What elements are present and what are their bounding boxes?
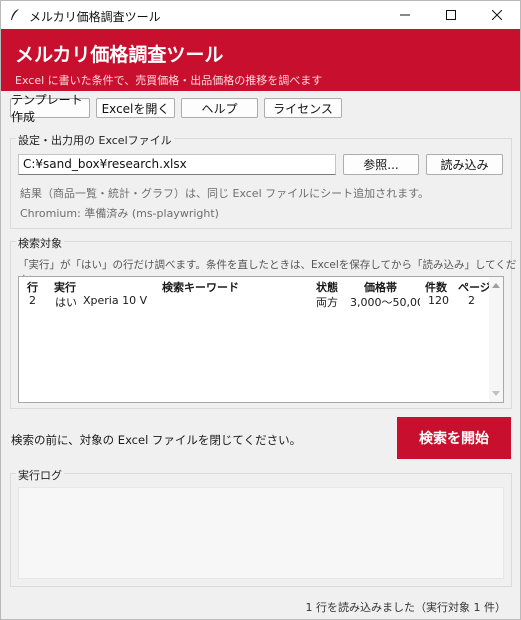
- banner-title: メルカリ価格調査ツール: [15, 44, 224, 66]
- excel-path-input[interactable]: C:¥sand_box¥research.xlsx: [18, 154, 336, 175]
- cell-run: はい: [55, 296, 77, 309]
- cell-row: 2: [29, 294, 36, 307]
- col-header-status[interactable]: 状態: [316, 279, 338, 295]
- cell-price: 3,000〜50,000: [350, 296, 420, 309]
- template-button[interactable]: テンプレート作成: [10, 93, 90, 124]
- close-icon: [492, 10, 502, 20]
- log-textarea[interactable]: [18, 487, 504, 579]
- browse-button[interactable]: 参照...: [343, 154, 419, 175]
- log-group-label: 実行ログ: [16, 467, 64, 483]
- minimize-icon: [400, 14, 410, 16]
- search-group-label: 検索対象: [16, 235, 64, 251]
- cell-keyword: Xperia 10 V: [83, 294, 148, 307]
- help-button[interactable]: ヘルプ: [181, 98, 258, 118]
- header-banner: メルカリ価格調査ツール Excel に書いた条件で、売買価格・出品価格の推移を調…: [1, 29, 520, 91]
- table-scrollbar[interactable]: [489, 277, 503, 402]
- status-text: 1 行を読み込みました（実行対象 1 件）: [305, 601, 507, 614]
- title-bar[interactable]: メルカリ価格調査ツール: [1, 1, 520, 29]
- banner-subtitle: Excel に書いた条件で、売買価格・出品価格の推移を調べます: [15, 74, 323, 87]
- maximize-button[interactable]: [428, 1, 474, 29]
- start-search-button[interactable]: 検索を開始: [397, 417, 511, 459]
- feather-icon: [11, 9, 19, 20]
- col-header-run[interactable]: 実行: [54, 279, 76, 295]
- settings-group-label: 設定・出力用の Excelファイル: [16, 132, 174, 148]
- cell-pages: 2: [468, 294, 475, 307]
- close-button[interactable]: [474, 1, 520, 29]
- cell-count: 120: [428, 294, 449, 307]
- col-header-count[interactable]: 件数: [425, 279, 447, 295]
- app-window: メルカリ価格調査ツール メルカリ価格調査ツール Excel に書いた条件で、売買…: [0, 0, 521, 620]
- col-header-keyword[interactable]: 検索キーワード: [162, 279, 239, 295]
- col-header-price[interactable]: 価格帯: [364, 279, 397, 295]
- col-header-row[interactable]: 行: [27, 279, 38, 295]
- scroll-down-icon[interactable]: [492, 391, 500, 396]
- close-excel-notice: 検索の前に、対象の Excel ファイルを閉じてください。: [11, 433, 302, 447]
- search-table[interactable]: 行 実行 検索キーワード 状態 価格帯 件数 ページ 2 はい Xperia 1…: [18, 276, 504, 403]
- scroll-up-icon[interactable]: [492, 283, 500, 288]
- load-button[interactable]: 読み込み: [426, 154, 503, 175]
- maximize-icon: [446, 10, 456, 20]
- minimize-button[interactable]: [382, 1, 428, 29]
- chromium-status: Chromium: 準備済み (ms-playwright): [20, 207, 219, 220]
- col-header-pages[interactable]: ページ: [458, 279, 491, 295]
- license-button[interactable]: ライセンス: [264, 98, 342, 118]
- output-note: 結果（商品一覧・統計・グラフ）は、同じ Excel ファイルにシート追加されます…: [20, 187, 430, 200]
- window-title: メルカリ価格調査ツール: [29, 10, 161, 24]
- cell-status: 両方: [316, 296, 338, 309]
- open-excel-button[interactable]: Excelを開く: [96, 98, 175, 118]
